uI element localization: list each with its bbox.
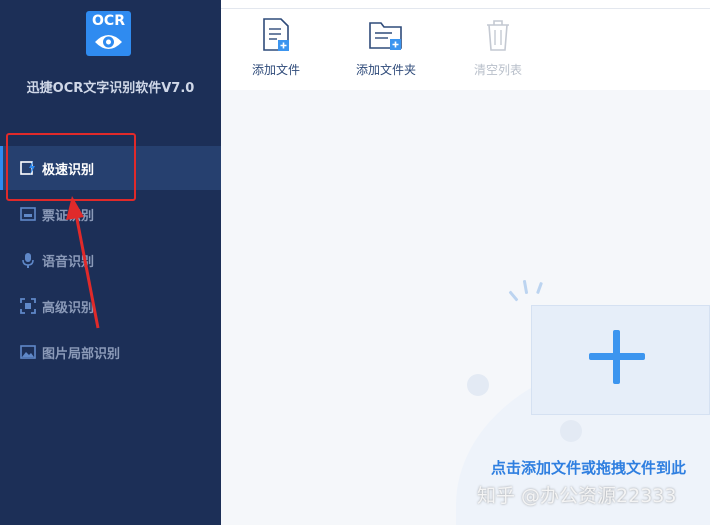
- sidebar-item-label: 图片局部识别: [42, 346, 121, 362]
- add-folder-icon: [369, 22, 402, 50]
- plus-icon-vertical: [613, 330, 620, 384]
- toolbar-divider: [221, 8, 710, 9]
- clear-list-label: 清空列表: [473, 63, 522, 77]
- add-file-button[interactable]: 添加文件: [250, 18, 302, 78]
- clear-list-button[interactable]: 清空列表: [472, 18, 524, 78]
- add-file-card[interactable]: [531, 305, 710, 415]
- drop-hint-text: 点击添加文件或拖拽文件到此: [491, 459, 687, 477]
- add-folder-label: 添加文件夹: [355, 63, 416, 77]
- annotation-arrow: [66, 196, 100, 329]
- decor-bubble: [560, 420, 582, 442]
- add-file-label: 添加文件: [251, 63, 300, 77]
- image-icon: [20, 345, 36, 359]
- decor-bubble: [467, 374, 489, 396]
- trash-icon: [487, 20, 509, 51]
- add-folder-button[interactable]: 添加文件夹: [354, 18, 418, 78]
- watermark: 知乎 @办公资源22333: [477, 485, 677, 507]
- add-file-icon: [263, 18, 289, 51]
